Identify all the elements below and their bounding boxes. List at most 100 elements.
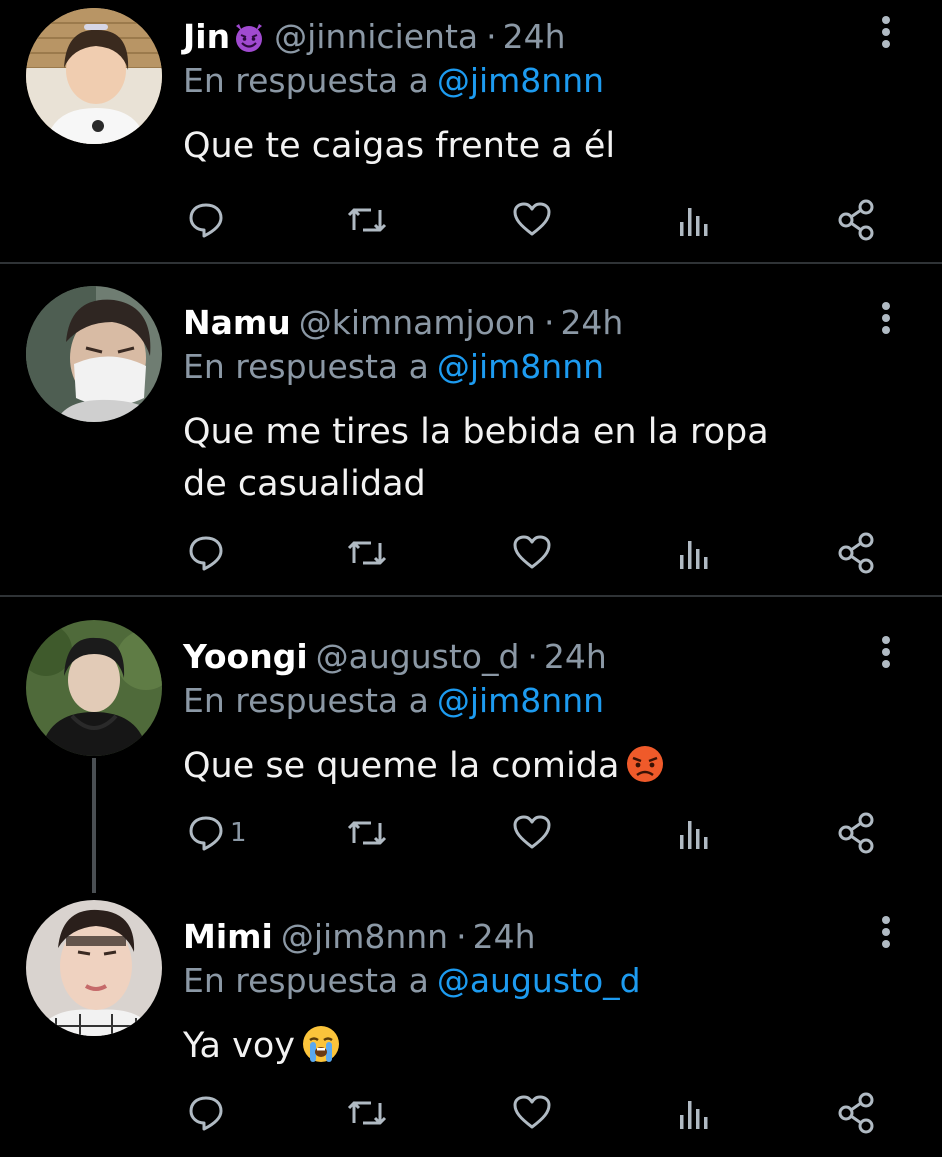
- display-name[interactable]: Namu: [183, 300, 291, 346]
- share-button[interactable]: [836, 195, 876, 245]
- timestamp[interactable]: 24h: [503, 14, 566, 60]
- tweet-text-container: Ya voy: [183, 1020, 883, 1072]
- reply-button[interactable]: 1: [188, 808, 247, 858]
- more-options-icon[interactable]: [868, 14, 904, 54]
- avatar-yoongi[interactable]: [26, 620, 162, 756]
- tweet-actions: [0, 528, 942, 578]
- reply-mention[interactable]: @jim8nnn: [437, 347, 604, 386]
- tweet-text: Que te caigas frente a él: [183, 126, 616, 166]
- retweet-button[interactable]: [345, 195, 389, 245]
- heart-icon: [513, 535, 551, 569]
- reply-prefix: En respuesta a: [183, 961, 429, 1000]
- tweet-text: Que se queme la comida: [183, 746, 620, 786]
- more-options-icon[interactable]: [868, 634, 904, 674]
- views-icon: [680, 1101, 708, 1129]
- tweet-actions: [0, 1088, 942, 1138]
- divider: [0, 595, 942, 597]
- separator-dot: ·: [456, 917, 467, 956]
- reply-icon: [189, 1096, 223, 1131]
- share-icon: [838, 199, 874, 241]
- display-name[interactable]: Mimi: [183, 914, 273, 960]
- retweet-icon: [347, 1101, 387, 1125]
- user-handle[interactable]: @augusto_d: [316, 634, 520, 680]
- reply-button[interactable]: [188, 1088, 224, 1138]
- tweet-text: Que me tires la bebida en la ropa de cas…: [183, 412, 769, 504]
- retweet-icon: [347, 821, 387, 845]
- reply-mention[interactable]: @augusto_d: [437, 961, 641, 1000]
- display-name[interactable]: Yoongi: [183, 634, 308, 680]
- more-options-icon[interactable]: [868, 300, 904, 340]
- tweet-text: Ya voy: [183, 1026, 295, 1066]
- reply-context: En respuesta a @jim8nnn: [183, 58, 604, 104]
- share-icon: [838, 812, 874, 854]
- views-icon: [680, 821, 708, 849]
- tweet-text-container: Que se queme la comida: [183, 740, 883, 792]
- like-button[interactable]: [512, 195, 552, 245]
- heart-icon: [513, 1095, 551, 1129]
- loudly-crying-face-emoji-icon: [301, 1024, 341, 1064]
- display-name[interactable]: Jin: [183, 14, 230, 60]
- tweet-header: Jin @jinnicienta · 24h: [183, 14, 566, 60]
- views-icon: [680, 208, 708, 236]
- reply-context: En respuesta a @augusto_d: [183, 958, 641, 1004]
- tweet-yoongi[interactable]: Yoongi @augusto_d · 24h En respuesta a @j…: [0, 620, 942, 882]
- tweet-namu[interactable]: Namu @kimnamjoon · 24h En respuesta a @ji…: [0, 286, 942, 596]
- reply-context: En respuesta a @jim8nnn: [183, 344, 604, 390]
- share-icon: [838, 532, 874, 574]
- user-handle[interactable]: @kimnamjoon: [299, 300, 536, 346]
- reply-prefix: En respuesta a: [183, 61, 429, 100]
- share-button[interactable]: [836, 528, 876, 578]
- tweet-header: Mimi @jim8nnn · 24h: [183, 914, 536, 960]
- tweet-header: Namu @kimnamjoon · 24h: [183, 300, 623, 346]
- separator-dot: ·: [543, 303, 555, 342]
- views-button[interactable]: [677, 1088, 713, 1138]
- reply-prefix: En respuesta a: [183, 681, 429, 720]
- tweet-actions: 1: [0, 808, 942, 858]
- like-button[interactable]: [512, 1088, 552, 1138]
- tweet-actions: [0, 195, 942, 245]
- reply-button[interactable]: [188, 528, 224, 578]
- views-button[interactable]: [677, 528, 713, 578]
- reply-context: En respuesta a @jim8nnn: [183, 678, 604, 724]
- reply-mention[interactable]: @jim8nnn: [437, 61, 604, 100]
- avatar-mimi[interactable]: [26, 900, 162, 1036]
- separator-dot: ·: [486, 17, 497, 56]
- divider: [0, 262, 942, 264]
- heart-icon: [513, 202, 551, 236]
- like-button[interactable]: [512, 528, 552, 578]
- tweet-header: Yoongi @augusto_d · 24h: [183, 634, 607, 680]
- avatar-jin[interactable]: [26, 8, 162, 144]
- reply-icon: [189, 816, 223, 851]
- share-button[interactable]: [836, 808, 876, 858]
- separator-dot: ·: [527, 637, 538, 676]
- views-button[interactable]: [677, 808, 713, 858]
- more-options-icon[interactable]: [868, 914, 904, 954]
- reply-count: 1: [230, 818, 247, 848]
- tweet-jin[interactable]: Jin @jinnicienta · 24h En respuesta a @ji…: [0, 0, 942, 262]
- reply-icon: [189, 203, 223, 238]
- retweet-button[interactable]: [345, 1088, 389, 1138]
- like-button[interactable]: [512, 808, 552, 858]
- tweet-mimi[interactable]: Mimi @jim8nnn · 24h En respuesta a @augus…: [0, 900, 942, 1157]
- timestamp[interactable]: 24h: [560, 300, 623, 346]
- timestamp[interactable]: 24h: [473, 914, 536, 960]
- reply-icon: [189, 536, 223, 571]
- retweet-button[interactable]: [345, 808, 389, 858]
- reply-prefix: En respuesta a: [183, 347, 429, 386]
- smiling-imp-emoji-icon: [232, 20, 266, 54]
- heart-icon: [513, 815, 551, 849]
- retweet-icon: [347, 541, 387, 565]
- share-button[interactable]: [836, 1088, 876, 1138]
- share-icon: [838, 1092, 874, 1134]
- views-icon: [680, 541, 708, 569]
- timestamp[interactable]: 24h: [544, 634, 607, 680]
- retweet-icon: [347, 208, 387, 232]
- angry-face-emoji-icon: [625, 744, 665, 784]
- views-button[interactable]: [677, 195, 713, 245]
- retweet-button[interactable]: [345, 528, 389, 578]
- user-handle[interactable]: @jinnicienta: [274, 14, 478, 60]
- reply-mention[interactable]: @jim8nnn: [437, 681, 604, 720]
- reply-button[interactable]: [188, 195, 224, 245]
- user-handle[interactable]: @jim8nnn: [281, 914, 448, 960]
- avatar-namu[interactable]: [26, 286, 162, 422]
